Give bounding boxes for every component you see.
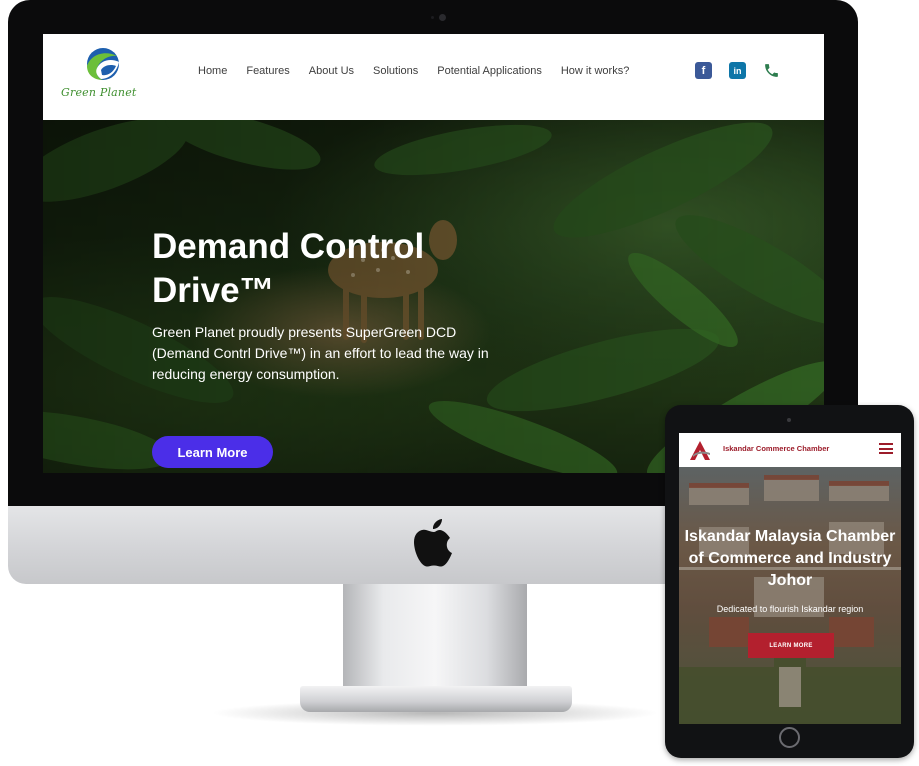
social-links: f in bbox=[695, 62, 780, 79]
main-nav: Home Features About Us Solutions Potenti… bbox=[198, 65, 629, 77]
site-header: Green Planet Home Features About Us Solu… bbox=[43, 34, 824, 120]
logo-text: Green Planet bbox=[61, 86, 137, 99]
imac-stand-neck bbox=[343, 584, 527, 692]
linkedin-icon[interactable]: in bbox=[729, 62, 746, 79]
tablet-device: Iskandar Commerce Chamber Iskandar Malay… bbox=[665, 405, 914, 758]
nav-item-about-us[interactable]: About Us bbox=[309, 65, 354, 77]
nav-item-solutions[interactable]: Solutions bbox=[373, 65, 418, 77]
hero-description: Green Planet proudly presents SuperGreen… bbox=[152, 324, 489, 382]
tablet-hero-title: Iskandar Malaysia Chamber of Commerce an… bbox=[684, 528, 896, 589]
nav-item-features[interactable]: Features bbox=[246, 65, 289, 77]
tablet-learn-more-button[interactable]: LEARN MORE bbox=[748, 633, 834, 658]
tablet-brand-name[interactable]: Iskandar Commerce Chamber bbox=[723, 444, 829, 453]
nav-item-how-it-works[interactable]: How it works? bbox=[561, 65, 629, 77]
tablet-hero-overlay bbox=[679, 467, 901, 724]
imac-camera bbox=[439, 14, 446, 21]
tablet-hero-section: Iskandar Malaysia Chamber of Commerce an… bbox=[679, 467, 901, 724]
green-planet-logo-mark-icon bbox=[87, 48, 119, 80]
learn-more-button[interactable]: Learn More bbox=[152, 436, 273, 468]
nav-item-home[interactable]: Home bbox=[198, 65, 227, 77]
green-planet-logo[interactable]: Green Planet bbox=[61, 46, 141, 100]
facebook-icon[interactable]: f bbox=[695, 62, 712, 79]
imac-stand-foot bbox=[300, 686, 572, 712]
hamburger-menu-icon[interactable] bbox=[879, 443, 893, 454]
tablet-camera bbox=[787, 418, 791, 422]
phone-icon[interactable] bbox=[763, 62, 780, 79]
apple-logo-icon bbox=[414, 519, 452, 567]
iskandar-logo-icon[interactable] bbox=[688, 439, 712, 461]
tablet-hero-subtitle: Dedicated to flourish Iskandar region bbox=[716, 604, 864, 614]
tablet-home-button[interactable] bbox=[779, 727, 800, 748]
tablet-site-header: Iskandar Commerce Chamber bbox=[679, 433, 901, 467]
hero-title: Demand Control Drive™ bbox=[152, 227, 425, 310]
nav-item-potential-applications[interactable]: Potential Applications bbox=[437, 65, 542, 77]
tablet-screen: Iskandar Commerce Chamber Iskandar Malay… bbox=[679, 433, 901, 724]
